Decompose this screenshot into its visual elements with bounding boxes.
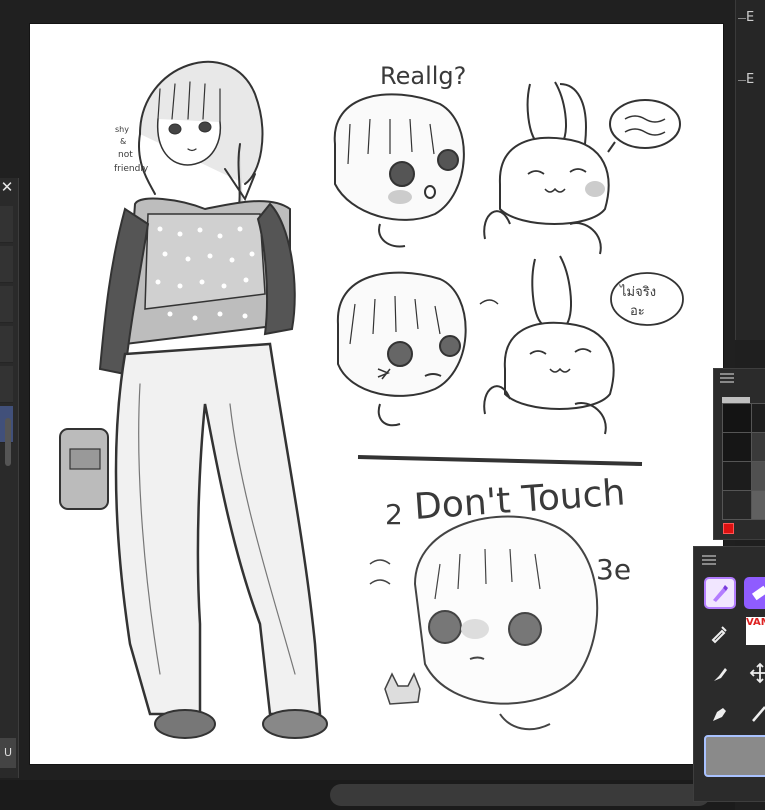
close-icon[interactable]: ✕ [0, 180, 14, 195]
color-swatch[interactable] [722, 490, 752, 520]
brush-preview-thumbnail[interactable]: VAM [746, 617, 765, 645]
color-swatch[interactable] [751, 461, 765, 491]
fountain-pen-tool-button[interactable] [704, 697, 736, 729]
panel-label[interactable]: E [746, 72, 754, 87]
pen-icon [713, 585, 728, 602]
tiny-cat-doodle [384, 672, 421, 705]
squiggle-3e: 3e [596, 553, 631, 586]
fountain-pen-icon [713, 708, 726, 721]
panel-tab[interactable]: U [0, 738, 16, 768]
bunny-happy [483, 81, 610, 255]
pencil-icon [752, 706, 765, 722]
color-swatch[interactable] [722, 403, 752, 433]
marker-tool-button[interactable] [704, 657, 736, 689]
layer-row[interactable] [0, 326, 13, 363]
eraser-tool-button[interactable] [744, 577, 765, 609]
drawing-canvas[interactable]: shy & not friendly Reallg? ไม่จริง อะ Do… [30, 24, 723, 764]
thai-line-2: อะ [630, 304, 645, 319]
right-layer-panel: E E [735, 0, 765, 340]
marker-icon [714, 668, 727, 681]
layer-row[interactable] [0, 286, 13, 323]
color-swatch[interactable] [722, 432, 752, 462]
artwork-drawing: shy & not friendly Reallg? ไม่จริง อะ Do… [59, 60, 684, 739]
full-body-girl-sketch [59, 60, 328, 739]
note-line: not [118, 150, 133, 160]
hamburger-icon[interactable] [720, 373, 734, 383]
note-line: & [120, 137, 126, 146]
pencil-tool-button[interactable] [744, 697, 765, 729]
note-line: friendly [114, 164, 149, 174]
current-color-indicator[interactable] [723, 523, 734, 534]
bunny-laughing [483, 255, 615, 435]
eraser-icon [751, 585, 765, 601]
selected-subtool-slot[interactable] [704, 735, 765, 777]
canvas-area[interactable]: shy & not friendly Reallg? ไม่จริง อะ Do… [0, 0, 735, 780]
horizontal-scroll-thumb[interactable] [330, 784, 710, 806]
speech-reallg: Reallg? [380, 62, 466, 90]
color-set-panel [713, 368, 765, 540]
panel-label[interactable]: E [746, 10, 754, 25]
tool-panel: VAM [693, 546, 765, 802]
layer-row[interactable] [0, 206, 13, 243]
squiggle-2: 2 [385, 498, 403, 531]
layer-row[interactable] [0, 366, 13, 403]
move-tool-button[interactable] [744, 657, 765, 689]
panel-divider [357, 455, 643, 466]
tree-connector [738, 80, 746, 81]
chibi-girl-surprised [333, 93, 465, 248]
tree-connector [738, 18, 746, 19]
layer-row[interactable] [0, 246, 13, 283]
color-swatch[interactable] [751, 403, 765, 433]
move-icon [749, 662, 765, 684]
color-swatch[interactable] [751, 490, 765, 520]
chibi-girl-annoyed [336, 271, 499, 427]
left-floating-panel: ✕ U [0, 178, 19, 778]
note-line: shy [115, 125, 129, 134]
pen-tool-button[interactable] [704, 577, 736, 609]
eyedropper-icon [711, 626, 727, 644]
speech-bubble-thai: ไม่จริง อะ [610, 272, 684, 326]
color-swatch[interactable] [722, 461, 752, 491]
thought-bubble-squiggle [607, 99, 681, 153]
hamburger-icon[interactable] [702, 555, 716, 565]
panel-scrollbar[interactable] [5, 418, 11, 466]
eyedropper-tool-button[interactable] [704, 617, 736, 649]
thai-line-1: ไม่จริง [619, 284, 656, 300]
color-swatch[interactable] [751, 432, 765, 462]
